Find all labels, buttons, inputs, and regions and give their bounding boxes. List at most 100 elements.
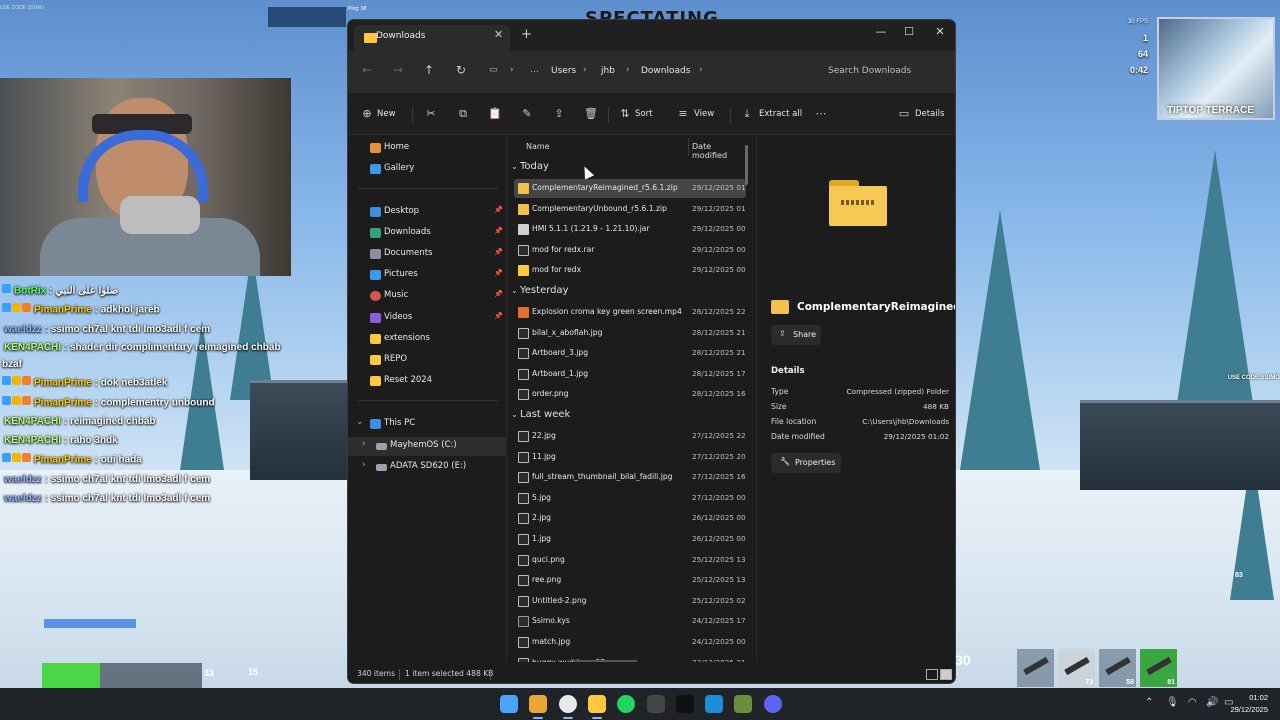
- chat-username[interactable]: PimanPrime: [34, 455, 92, 466]
- address-bar[interactable]: ▭ › … Users › jhb › Downloads ›: [483, 56, 814, 88]
- volume-icon[interactable]: 🔊: [1206, 697, 1218, 708]
- file-row[interactable]: ComplementaryReimagined_r5.6.1.zip 29/12/…: [514, 179, 746, 198]
- delete-icon[interactable]: 🗑: [584, 107, 598, 121]
- chat-username[interactable]: KEN4PACHI: [4, 416, 61, 427]
- share-button[interactable]: ⇪ Share: [771, 325, 821, 345]
- forward-button[interactable]: →: [389, 63, 407, 77]
- sidebar-item-videos[interactable]: Videos 📌: [348, 309, 506, 328]
- breadcrumb-jhb[interactable]: jhb: [601, 66, 615, 76]
- chat-username[interactable]: waeldzz: [4, 324, 42, 335]
- chat-username[interactable]: BotRix: [14, 285, 46, 296]
- more-options-icon[interactable]: ⋯: [814, 107, 828, 121]
- sidebar-item-desktop[interactable]: Desktop 📌: [348, 203, 506, 222]
- sidebar-item-home[interactable]: Home: [348, 139, 506, 158]
- file-row[interactable]: 5.jpg 27/12/2025 00:10: [514, 489, 746, 508]
- chevron-down-icon[interactable]: ⌄: [511, 162, 518, 171]
- chat-username[interactable]: PimanPrime: [34, 397, 92, 408]
- detail-value[interactable]: C:\Users\jhb\Downloads: [862, 417, 949, 426]
- breadcrumb-downloads[interactable]: Downloads: [641, 66, 690, 76]
- file-row[interactable]: ComplementaryUnbound_r5.6.1.zip 29/12/202…: [514, 200, 746, 219]
- file-row[interactable]: match.jpg 24/12/2025 00:10: [514, 633, 746, 652]
- chevron-right-icon[interactable]: ›: [362, 439, 366, 449]
- details-button[interactable]: Details: [915, 109, 944, 119]
- chat-username[interactable]: PimanPrime: [34, 377, 92, 388]
- chevron-down-icon[interactable]: ⌄: [511, 286, 518, 295]
- file-row[interactable]: Artboard_3.jpg 28/12/2025 21:10: [514, 344, 746, 363]
- notepad-icon[interactable]: [705, 695, 724, 713]
- chat-username[interactable]: KEN4PACHI: [4, 342, 61, 353]
- sidebar-item-gallery[interactable]: Gallery: [348, 160, 506, 179]
- maximize-button[interactable]: ☐: [894, 25, 924, 38]
- file-row[interactable]: Ssimo.kys 24/12/2025 17:20: [514, 612, 746, 631]
- close-tab-icon[interactable]: ✕: [494, 28, 503, 41]
- file-row[interactable]: 1.jpg 26/12/2025 00:05: [514, 530, 746, 549]
- sidebar-item-music[interactable]: Music 📌: [348, 287, 506, 306]
- file-group-header[interactable]: ⌄ Today: [508, 158, 748, 178]
- file-row[interactable]: ree.png 25/12/2025 13:20: [514, 571, 746, 590]
- chevron-up-icon[interactable]: ⌃: [1145, 697, 1153, 708]
- scrollbar[interactable]: [745, 145, 748, 185]
- tab-downloads[interactable]: Downloads ✕: [354, 25, 510, 51]
- column-name[interactable]: Name: [526, 142, 550, 151]
- chevron-down-icon[interactable]: ⌄: [356, 417, 364, 427]
- up-button[interactable]: ↑: [420, 63, 438, 77]
- sidebar-item-repo[interactable]: REPO: [348, 351, 506, 370]
- chat-username[interactable]: KEN4PACHI: [4, 435, 61, 446]
- sidebar-item-this-pc[interactable]: ⌄ This PC: [348, 415, 506, 434]
- close-window-button[interactable]: ✕: [925, 25, 955, 38]
- view-button[interactable]: View: [694, 109, 714, 119]
- sidebar-item-drive-e[interactable]: › ADATA SD620 (E:): [348, 458, 506, 477]
- minimize-button[interactable]: —: [866, 25, 896, 38]
- rename-icon[interactable]: ✎: [520, 107, 534, 121]
- chat-username[interactable]: PimanPrime: [34, 305, 92, 316]
- sidebar-item-reset-2024[interactable]: Reset 2024: [348, 372, 506, 391]
- chevron-down-icon[interactable]: ⌄: [511, 410, 518, 419]
- sidebar-item-pictures[interactable]: Pictures 📌: [348, 266, 506, 285]
- breadcrumb-users[interactable]: Users: [551, 66, 576, 76]
- back-button[interactable]: ←: [358, 63, 376, 77]
- chrome-icon[interactable]: [558, 695, 577, 713]
- tiktok-icon[interactable]: [675, 695, 694, 713]
- file-row[interactable]: Explosion croma key green screen.mp4 28/1…: [514, 303, 746, 322]
- file-row[interactable]: quci.png 25/12/2025 13:30: [514, 551, 746, 570]
- chevron-right-icon[interactable]: ›: [362, 460, 366, 470]
- pane-splitter[interactable]: [506, 136, 507, 662]
- file-row[interactable]: 2.jpg 26/12/2025 00:10: [514, 509, 746, 528]
- file-row[interactable]: Untitled-2.png 25/12/2025 02:10: [514, 592, 746, 611]
- sidebar-item-downloads[interactable]: Downloads 📌: [348, 224, 506, 243]
- sort-button[interactable]: Sort: [635, 109, 652, 119]
- minecraft-icon[interactable]: [734, 695, 753, 713]
- file-row[interactable]: mod for redx.rar 29/12/2025 00:35: [514, 241, 746, 260]
- horizontal-scrollbar[interactable]: [573, 660, 637, 662]
- file-row[interactable]: 11.jpg 27/12/2025 20:45: [514, 448, 746, 467]
- properties-button[interactable]: 🔧 Properties: [771, 453, 841, 473]
- more-crumbs-icon[interactable]: …: [530, 65, 539, 75]
- system-clock[interactable]: 01:02 29/12/2025: [1230, 692, 1268, 716]
- file-row[interactable]: full_stream_thumbnail_bilal_fadili.jpg 27…: [514, 468, 746, 487]
- file-row[interactable]: HMI 5.1.1 (1.21.9 - 1.21.10).jar 29/12/20…: [514, 220, 746, 239]
- tiles-view-icon[interactable]: [940, 669, 952, 680]
- windows-start-icon[interactable]: [500, 695, 518, 713]
- search-input[interactable]: Search Downloads: [818, 56, 953, 88]
- sidebar-item-drive-c[interactable]: › MayhemOS (C:): [348, 437, 506, 456]
- file-row[interactable]: Artboard_1.jpg 28/12/2025 17:03: [514, 365, 746, 384]
- cut-icon[interactable]: ✂: [424, 107, 438, 121]
- chat-username[interactable]: waeldzz: [4, 474, 42, 485]
- file-explorer-icon[interactable]: [587, 695, 606, 713]
- new-button[interactable]: New: [377, 109, 396, 119]
- column-divider[interactable]: [688, 138, 689, 156]
- spotify-icon[interactable]: [617, 695, 636, 713]
- file-group-header[interactable]: ⌄ Last week: [508, 406, 748, 426]
- file-group-header[interactable]: ⌄ Yesterday: [508, 282, 748, 302]
- refresh-button[interactable]: ↻: [452, 63, 470, 77]
- sidebar-item-documents[interactable]: Documents 📌: [348, 245, 506, 264]
- microphone-icon[interactable]: 🎙: [1166, 697, 1179, 708]
- discord-icon[interactable]: [763, 695, 782, 713]
- file-row[interactable]: bilal_x_aboflah.jpg 28/12/2025 21:10: [514, 324, 746, 343]
- file-row[interactable]: order.png 28/12/2025 16:20: [514, 385, 746, 404]
- wifi-icon[interactable]: ◠: [1188, 697, 1197, 708]
- copy-icon[interactable]: ⧉: [456, 107, 470, 121]
- new-tab-button[interactable]: +: [521, 27, 532, 42]
- share-icon[interactable]: ⇪: [552, 107, 566, 121]
- chat-username[interactable]: waeldzz: [4, 493, 42, 504]
